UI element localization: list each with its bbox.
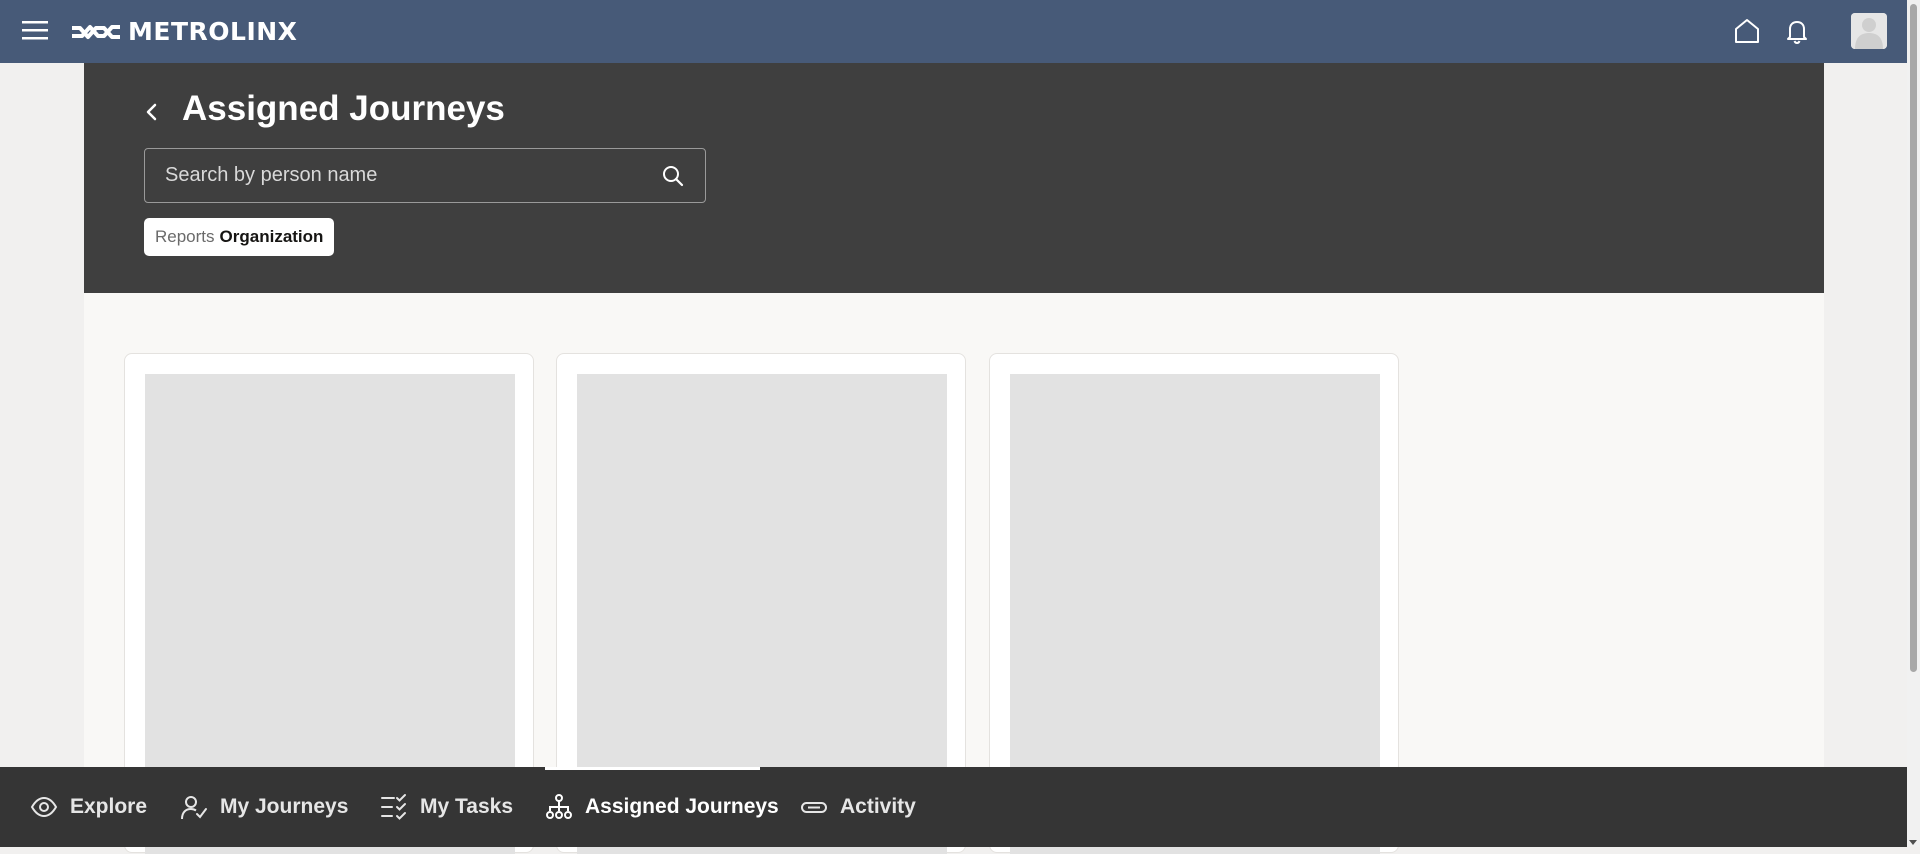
main-content: Assigned Journeys Reports Organization — [84, 63, 1824, 854]
nav-explore[interactable]: Explore — [30, 767, 147, 847]
nav-activity-label: Activity — [840, 795, 916, 818]
filter-chip-label: Reports — [155, 227, 215, 246]
pill-icon — [801, 802, 827, 813]
filter-chip-value: Organization — [219, 227, 324, 246]
back-button[interactable] — [136, 96, 168, 128]
eye-icon — [30, 796, 58, 818]
nav-my-journeys-label: My Journeys — [220, 795, 349, 818]
page-scrollbar[interactable] — [1907, 0, 1920, 847]
checklist-icon — [381, 794, 406, 820]
nav-my-journeys[interactable]: My Journeys — [180, 767, 348, 847]
org-tree-icon — [546, 794, 572, 819]
user-silhouette-icon — [1851, 13, 1887, 49]
filter-chip-reports[interactable]: Reports Organization — [144, 218, 335, 256]
nav-activity[interactable]: Activity — [800, 767, 916, 847]
page-title: Assigned Journeys — [182, 89, 505, 128]
search-input[interactable] — [145, 149, 645, 202]
search-field[interactable] — [144, 148, 706, 203]
nav-assigned-journeys[interactable]: Assigned Journeys — [545, 767, 779, 847]
hamburger-menu-icon[interactable] — [21, 18, 49, 42]
nav-explore-label: Explore — [70, 795, 148, 818]
search-icon[interactable] — [661, 164, 685, 188]
brand-name: METROLINX — [128, 16, 298, 46]
bottom-navigation: Explore My Journeys My Tasks Assigned Jo… — [0, 767, 1907, 847]
metrolinx-logo-icon — [72, 25, 120, 39]
home-icon[interactable] — [1731, 15, 1763, 47]
top-bar: METROLINX — [0, 0, 1907, 63]
brand-logo[interactable]: METROLINX — [70, 14, 297, 48]
chevron-left-icon — [146, 103, 157, 121]
nav-my-tasks-label: My Tasks — [420, 795, 513, 818]
person-check-icon — [181, 796, 207, 820]
bell-icon[interactable] — [1781, 15, 1813, 47]
page-header: Assigned Journeys Reports Organization — [84, 63, 1824, 293]
nav-assigned-journeys-label: Assigned Journeys — [585, 795, 779, 818]
avatar[interactable] — [1851, 13, 1887, 49]
scroll-down-arrow-icon[interactable] — [1909, 840, 1917, 845]
nav-my-tasks[interactable]: My Tasks — [380, 767, 513, 847]
scrollbar-thumb[interactable] — [1910, 4, 1917, 672]
